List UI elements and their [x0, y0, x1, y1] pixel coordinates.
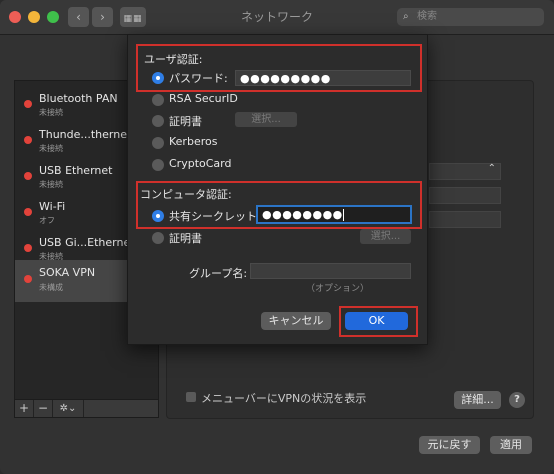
- user-auth-heading: ユーザ認証:: [144, 53, 203, 66]
- service-status: 未接続: [39, 144, 63, 153]
- status-dot-icon: [24, 244, 32, 252]
- service-name: Wi-Fi: [39, 200, 66, 213]
- show-vpn-status-label: メニューバーにVPNの状況を表示: [201, 392, 367, 405]
- account-name-field[interactable]: [429, 211, 501, 228]
- service-name: SOKA VPN: [39, 266, 96, 279]
- status-dot-icon: [24, 136, 32, 144]
- server-address-field[interactable]: [429, 187, 501, 204]
- service-name: USB Ethernet: [39, 164, 113, 177]
- cryptocard-label: CryptoCard: [169, 157, 232, 170]
- apply-button[interactable]: 適用: [490, 436, 532, 454]
- service-name: Bluetooth PAN: [39, 92, 118, 105]
- rsa-securid-label: RSA SecurID: [169, 92, 238, 105]
- status-dot-icon: [24, 275, 32, 283]
- kerberos-radio[interactable]: [152, 137, 164, 149]
- service-status: 未接続: [39, 108, 63, 117]
- ok-button[interactable]: OK: [345, 312, 408, 330]
- service-status: 未構成: [39, 283, 63, 292]
- service-name: Thunde...thernet: [39, 128, 132, 141]
- search-field[interactable]: ⌕ 検索: [397, 8, 544, 26]
- certificate-radio[interactable]: [152, 115, 164, 127]
- cryptocard-radio[interactable]: [152, 159, 164, 171]
- user-cert-select-button[interactable]: 選択...: [235, 112, 297, 127]
- advanced-button[interactable]: 詳細...: [454, 391, 501, 409]
- shared-secret-radio[interactable]: [152, 210, 164, 222]
- computer-certificate-radio[interactable]: [152, 232, 164, 244]
- status-dot-icon: [24, 172, 32, 180]
- network-preferences-window: ‹ › ▦▦ ネットワーク ⌕ 検索 Bluetooth PAN 未接続 Thu…: [0, 0, 554, 474]
- remove-service-button[interactable]: −: [34, 400, 53, 417]
- cancel-button[interactable]: キャンセル: [261, 312, 331, 330]
- password-radio[interactable]: [152, 72, 164, 84]
- status-dot-icon: [24, 208, 32, 216]
- service-status: 未接続: [39, 180, 63, 189]
- password-input[interactable]: ●●●●●●●●●: [235, 70, 411, 86]
- text-cursor: [342, 209, 344, 221]
- rsa-securid-radio[interactable]: [152, 94, 164, 106]
- service-name: USB Gi...Ethernet: [39, 236, 135, 249]
- title-bar: ‹ › ▦▦ ネットワーク ⌕ 検索: [0, 0, 554, 35]
- chevron-updown-icon: ⌃: [487, 163, 496, 174]
- computer-auth-heading: コンピュータ認証:: [140, 188, 232, 201]
- group-name-label: グループ名:: [189, 267, 248, 280]
- search-icon: ⌕: [403, 11, 409, 22]
- help-button[interactable]: ?: [509, 392, 525, 408]
- password-radio-label: パスワード:: [169, 72, 228, 85]
- status-dot-icon: [24, 100, 32, 108]
- revert-button[interactable]: 元に戻す: [419, 436, 480, 454]
- kerberos-label: Kerberos: [169, 135, 218, 148]
- computer-cert-select-button[interactable]: 選択...: [360, 229, 411, 244]
- computer-certificate-label: 証明書: [169, 232, 202, 245]
- add-service-button[interactable]: +: [15, 400, 34, 417]
- action-menu-button[interactable]: ✲⌄: [53, 400, 84, 417]
- certificate-label: 証明書: [169, 115, 202, 128]
- service-list-toolbar: + − ✲⌄: [14, 399, 159, 418]
- authentication-settings-sheet: ユーザ認証: パスワード: ●●●●●●●●● RSA SecurID 証明書 …: [127, 34, 428, 345]
- service-status: オフ: [39, 216, 55, 225]
- shared-secret-input[interactable]: ●●●●●●●●: [256, 205, 412, 224]
- group-name-hint: （オプション）: [306, 284, 370, 294]
- group-name-input[interactable]: [250, 263, 411, 279]
- shared-secret-label: 共有シークレット:: [169, 210, 261, 223]
- shared-secret-value: ●●●●●●●●: [262, 208, 343, 221]
- show-vpn-status-checkbox[interactable]: [186, 392, 196, 402]
- search-placeholder: 検索: [417, 11, 437, 22]
- configuration-popup[interactable]: ⌃: [429, 163, 501, 180]
